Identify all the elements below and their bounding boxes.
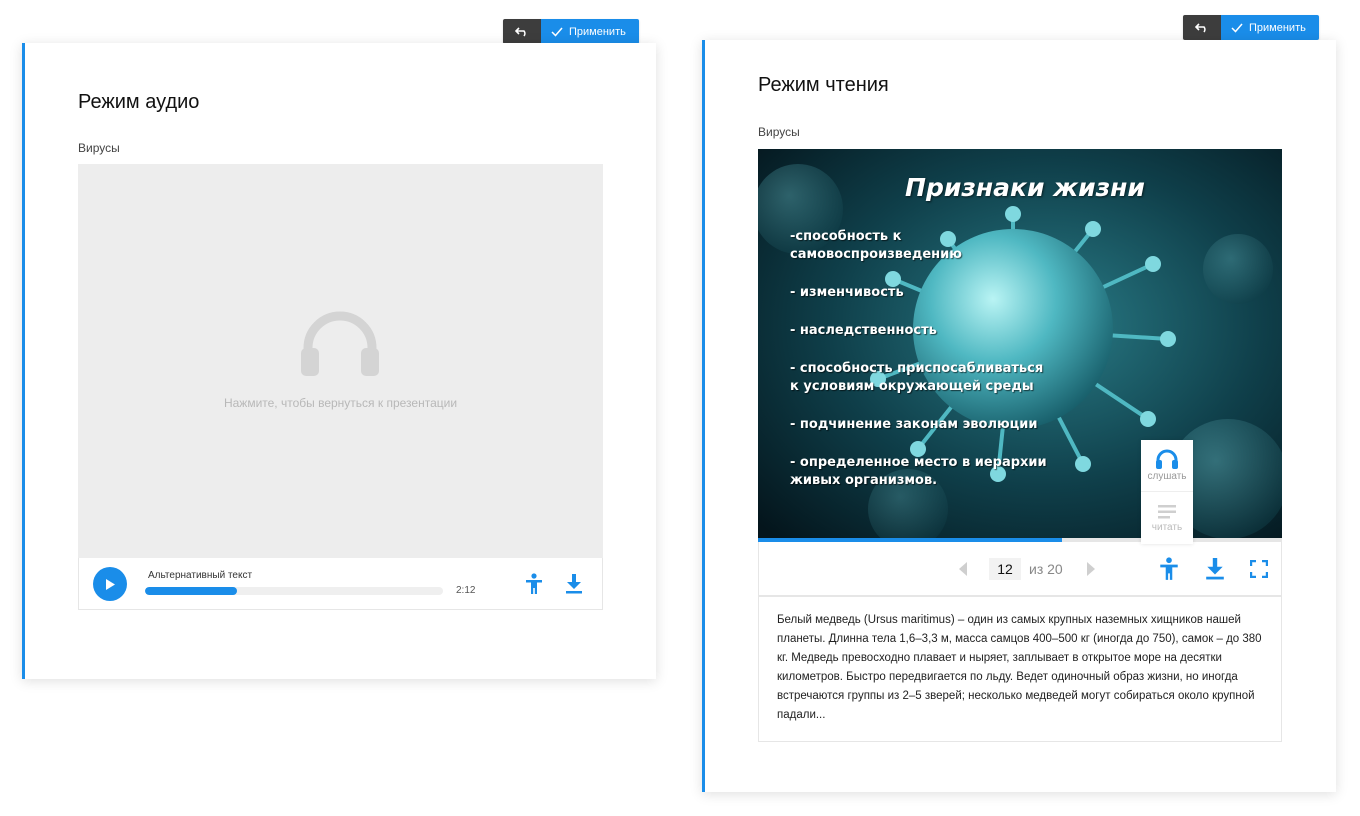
return-hint: Нажмите, чтобы вернуться к презентации [223, 396, 458, 410]
audio-progress-bar[interactable] [145, 587, 443, 595]
play-icon [106, 578, 115, 590]
check-icon [1231, 23, 1243, 33]
slide-navigation: 12 из 20 [758, 542, 1282, 596]
headphones-icon [301, 311, 379, 376]
accessibility-icon [1160, 557, 1178, 580]
download-icon [566, 574, 582, 594]
fullscreen-button[interactable] [1247, 556, 1271, 582]
audio-card-subtitle: Вирусы [78, 141, 120, 155]
slide-bullet: - способность приспосабливаться к услови… [790, 361, 1044, 394]
reading-card-title: Режим чтения [758, 74, 889, 96]
page-number-input[interactable]: 12 [989, 558, 1021, 580]
audio-edit-toolbar: Применить [503, 19, 639, 44]
undo-button[interactable] [503, 19, 541, 44]
check-icon [551, 27, 563, 37]
apply-label: Применить [569, 25, 626, 38]
slide-bullet: - изменчивость [790, 285, 904, 300]
chevron-left-icon [959, 562, 967, 576]
reading-mode-card: Режим чтения Вирусы Признаки жизни -спос… [702, 40, 1336, 792]
listen-mode-label: слушать [1147, 471, 1187, 482]
read-mode-button[interactable]: читать [1141, 492, 1193, 544]
slide-bullet: - подчинение законам эволюции [790, 417, 1038, 432]
slide-bullet: - определенное место в иерархии живых ор… [790, 455, 1047, 488]
play-button[interactable] [93, 567, 127, 601]
mode-switcher: слушать читать [1141, 440, 1193, 544]
download-button[interactable] [563, 572, 585, 596]
presentation-slide[interactable]: Признаки жизни -способность к самовоспро… [758, 149, 1282, 539]
audio-progress-fill [145, 587, 238, 595]
undo-icon [515, 26, 526, 36]
page-total: из 20 [1029, 561, 1063, 577]
undo-button[interactable] [1183, 15, 1221, 40]
audio-card-title: Режим аудио [78, 91, 200, 113]
slide-title: Признаки жизни [905, 173, 1145, 202]
accessibility-button[interactable] [1157, 556, 1181, 582]
chevron-right-icon [1086, 562, 1095, 576]
pager: 12 из 20 [955, 558, 1099, 580]
slide-description: Белый медведь (Ursus maritimus) – один и… [758, 596, 1282, 742]
undo-icon [1195, 22, 1206, 32]
slide-bullet: - наследственность [790, 323, 937, 338]
prev-slide-button[interactable] [955, 558, 971, 580]
download-button[interactable] [1203, 556, 1227, 582]
read-mode-label: читать [1151, 521, 1183, 533]
apply-label: Применить [1249, 21, 1306, 34]
apply-button[interactable]: Применить [1221, 15, 1319, 40]
download-icon [1206, 558, 1224, 580]
slide-bullet: -способность к самовоспроизведению [790, 229, 962, 262]
audio-player: Альтернативный текст 2:12 [78, 558, 603, 610]
accessibility-button[interactable] [523, 572, 545, 596]
listen-mode-button[interactable]: слушать [1141, 440, 1193, 492]
reading-edit-toolbar: Применить [1183, 15, 1319, 40]
audio-mode-card: Режим аудио Вирусы Нажмите, чтобы вернут… [22, 43, 656, 679]
accessibility-icon [526, 573, 542, 594]
fullscreen-icon [1250, 560, 1268, 578]
reading-card-subtitle: Вирусы [758, 125, 800, 139]
audio-placeholder[interactable]: Нажмите, чтобы вернуться к презентации [78, 164, 603, 558]
next-slide-button[interactable] [1083, 558, 1099, 580]
headphones-icon [1156, 449, 1178, 469]
text-lines-icon [1158, 504, 1176, 518]
alt-text-label: Альтернативный текст [148, 570, 253, 581]
slide-bullet-list: -способность к самовоспроизведению - изм… [790, 228, 1050, 510]
audio-duration: 2:12 [456, 585, 476, 596]
apply-button[interactable]: Применить [541, 19, 639, 44]
